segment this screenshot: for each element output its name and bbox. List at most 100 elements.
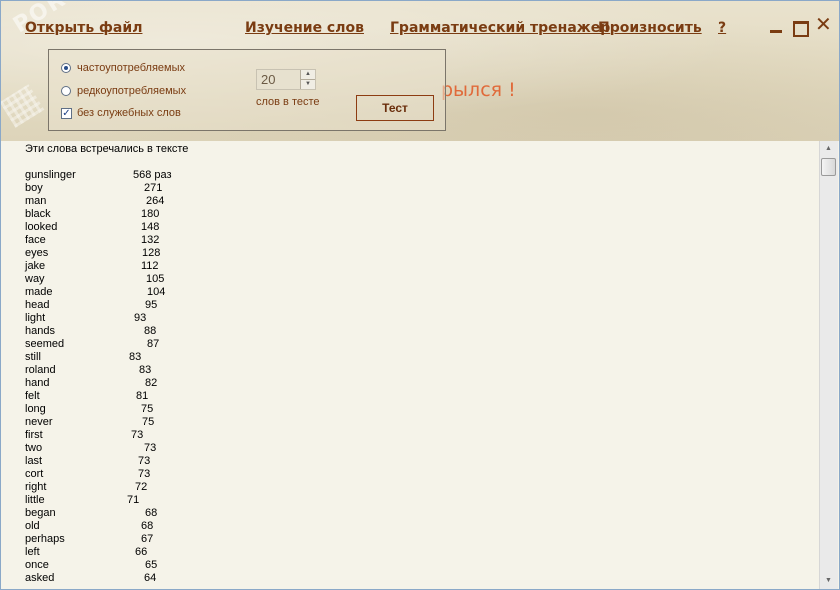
word-count: 72: [135, 481, 148, 493]
list-item: cort 73: [25, 468, 150, 481]
option-no-function-words[interactable]: ✓ без служебных слов: [61, 107, 181, 119]
stepper-down-icon[interactable]: ▼: [301, 80, 315, 89]
menu-pronounce[interactable]: Произносить: [598, 20, 702, 36]
close-icon[interactable]: ✕: [815, 14, 832, 34]
list-item: felt 81: [25, 390, 148, 403]
radio-rare[interactable]: [61, 86, 71, 96]
word-label: light: [25, 312, 46, 324]
word-label: still: [25, 351, 41, 363]
word-label: old: [25, 520, 40, 532]
option-rare[interactable]: редкоупотребляемых: [61, 85, 186, 97]
word-label: left: [25, 546, 40, 558]
word-count: 105: [146, 273, 165, 285]
word-count: 112: [141, 260, 159, 272]
checkbox-no-function-words[interactable]: ✓: [61, 107, 72, 119]
list-item: roland 83: [25, 364, 151, 377]
app-window: PORTAL Открыть файл Изучение слов Грамма…: [0, 0, 840, 590]
scroll-up-icon[interactable]: ▲: [820, 141, 837, 157]
word-label: roland: [25, 364, 56, 376]
list-item: hand 82: [25, 377, 157, 390]
word-label: face: [25, 234, 46, 246]
word-label: way: [25, 273, 45, 285]
word-count: 271: [144, 182, 163, 194]
word-label: jake: [25, 260, 46, 272]
list-item: man 264: [25, 195, 164, 208]
list-item: eyes 128: [25, 247, 160, 260]
word-label: little: [25, 494, 45, 506]
word-count: 75: [141, 403, 154, 415]
menu-study-words[interactable]: Изучение слов: [245, 20, 364, 36]
list-item: asked 64: [25, 572, 156, 585]
word-count: 73: [138, 455, 151, 467]
radio-frequent[interactable]: [61, 63, 71, 73]
menu-help[interactable]: ?: [718, 20, 726, 36]
word-count: 132: [141, 234, 160, 246]
word-label: made: [25, 286, 53, 298]
list-item: last 73: [25, 455, 150, 468]
minimize-icon[interactable]: [769, 15, 783, 33]
word-label: began: [25, 507, 56, 519]
word-count: 148: [141, 221, 160, 233]
word-label: first: [25, 429, 43, 441]
watermark-grid: [1, 84, 45, 128]
header-area: PORTAL Открыть файл Изучение слов Грамма…: [1, 1, 839, 141]
word-count: 87: [147, 338, 160, 350]
option-frequent[interactable]: частоупотребляемых: [61, 62, 185, 74]
word-count: 68: [145, 507, 158, 519]
list-item: face 132: [25, 234, 159, 247]
word-label: right: [25, 481, 47, 493]
word-count: 264: [146, 195, 165, 207]
word-count: 67: [141, 533, 154, 545]
banner-text: рылся !: [441, 79, 516, 101]
option-rare-label: редкоупотребляемых: [77, 85, 187, 97]
test-button[interactable]: Тест: [356, 95, 434, 121]
word-count: 83: [139, 364, 152, 376]
word-count-value[interactable]: 20: [261, 72, 275, 87]
option-no-function-words-label: без служебных слов: [77, 107, 181, 119]
word-label: never: [25, 416, 53, 428]
list-item: once 65: [25, 559, 157, 572]
list-item: still 83: [25, 351, 141, 364]
word-label: gunslinger: [25, 169, 76, 181]
word-count: 66: [135, 546, 148, 558]
list-item: boy 271: [25, 182, 162, 195]
list-item: made 104: [25, 286, 165, 299]
stepper-up-icon[interactable]: ▲: [301, 70, 315, 80]
word-label: boy: [25, 182, 43, 194]
maximize-icon[interactable]: [793, 21, 809, 37]
word-count-caption: слов в тесте: [256, 96, 320, 108]
word-label: last: [25, 455, 43, 467]
word-count: 81: [136, 390, 149, 402]
word-count: 68: [141, 520, 154, 532]
word-frequency-list: Эти слова встречались в тексте gunslinge…: [1, 141, 819, 589]
vertical-scrollbar[interactable]: ▲ ▼: [819, 141, 838, 589]
list-item: left 66: [25, 546, 147, 559]
word-count: 88: [144, 325, 157, 337]
stepper-buttons: ▲ ▼: [300, 70, 315, 89]
word-count-stepper[interactable]: 20 ▲ ▼: [256, 69, 316, 90]
word-label: hand: [25, 377, 50, 389]
word-count: 180: [141, 208, 160, 220]
list-item: head 95: [25, 299, 157, 312]
menu-grammar-trainer[interactable]: Грамматический тренажер: [390, 20, 610, 36]
option-frequent-label: частоупотребляемых: [77, 62, 186, 74]
word-label: cort: [25, 468, 44, 480]
word-count: 71: [127, 494, 140, 506]
list-item: seemed 87: [25, 338, 159, 351]
word-label: once: [25, 559, 49, 571]
word-label: man: [25, 195, 47, 207]
scroll-down-icon[interactable]: ▼: [820, 573, 837, 589]
list-item: never 75: [25, 416, 154, 429]
list-item: began 68: [25, 507, 157, 520]
list-item: looked 148: [25, 221, 159, 234]
list-item: gunslinger 568 раз: [25, 169, 172, 182]
menu-open-file[interactable]: Открыть файл: [25, 20, 142, 36]
word-count: 64: [144, 572, 157, 584]
scroll-thumb[interactable]: [821, 158, 836, 176]
list-item: little 71: [25, 494, 139, 507]
list-item: light 93: [25, 312, 146, 325]
list-item: two 73: [25, 442, 156, 455]
test-settings-panel: частоупотребляемых редкоупотребляемых ✓ …: [48, 49, 446, 131]
list-item: perhaps 67: [25, 533, 153, 546]
word-label: seemed: [25, 338, 65, 350]
